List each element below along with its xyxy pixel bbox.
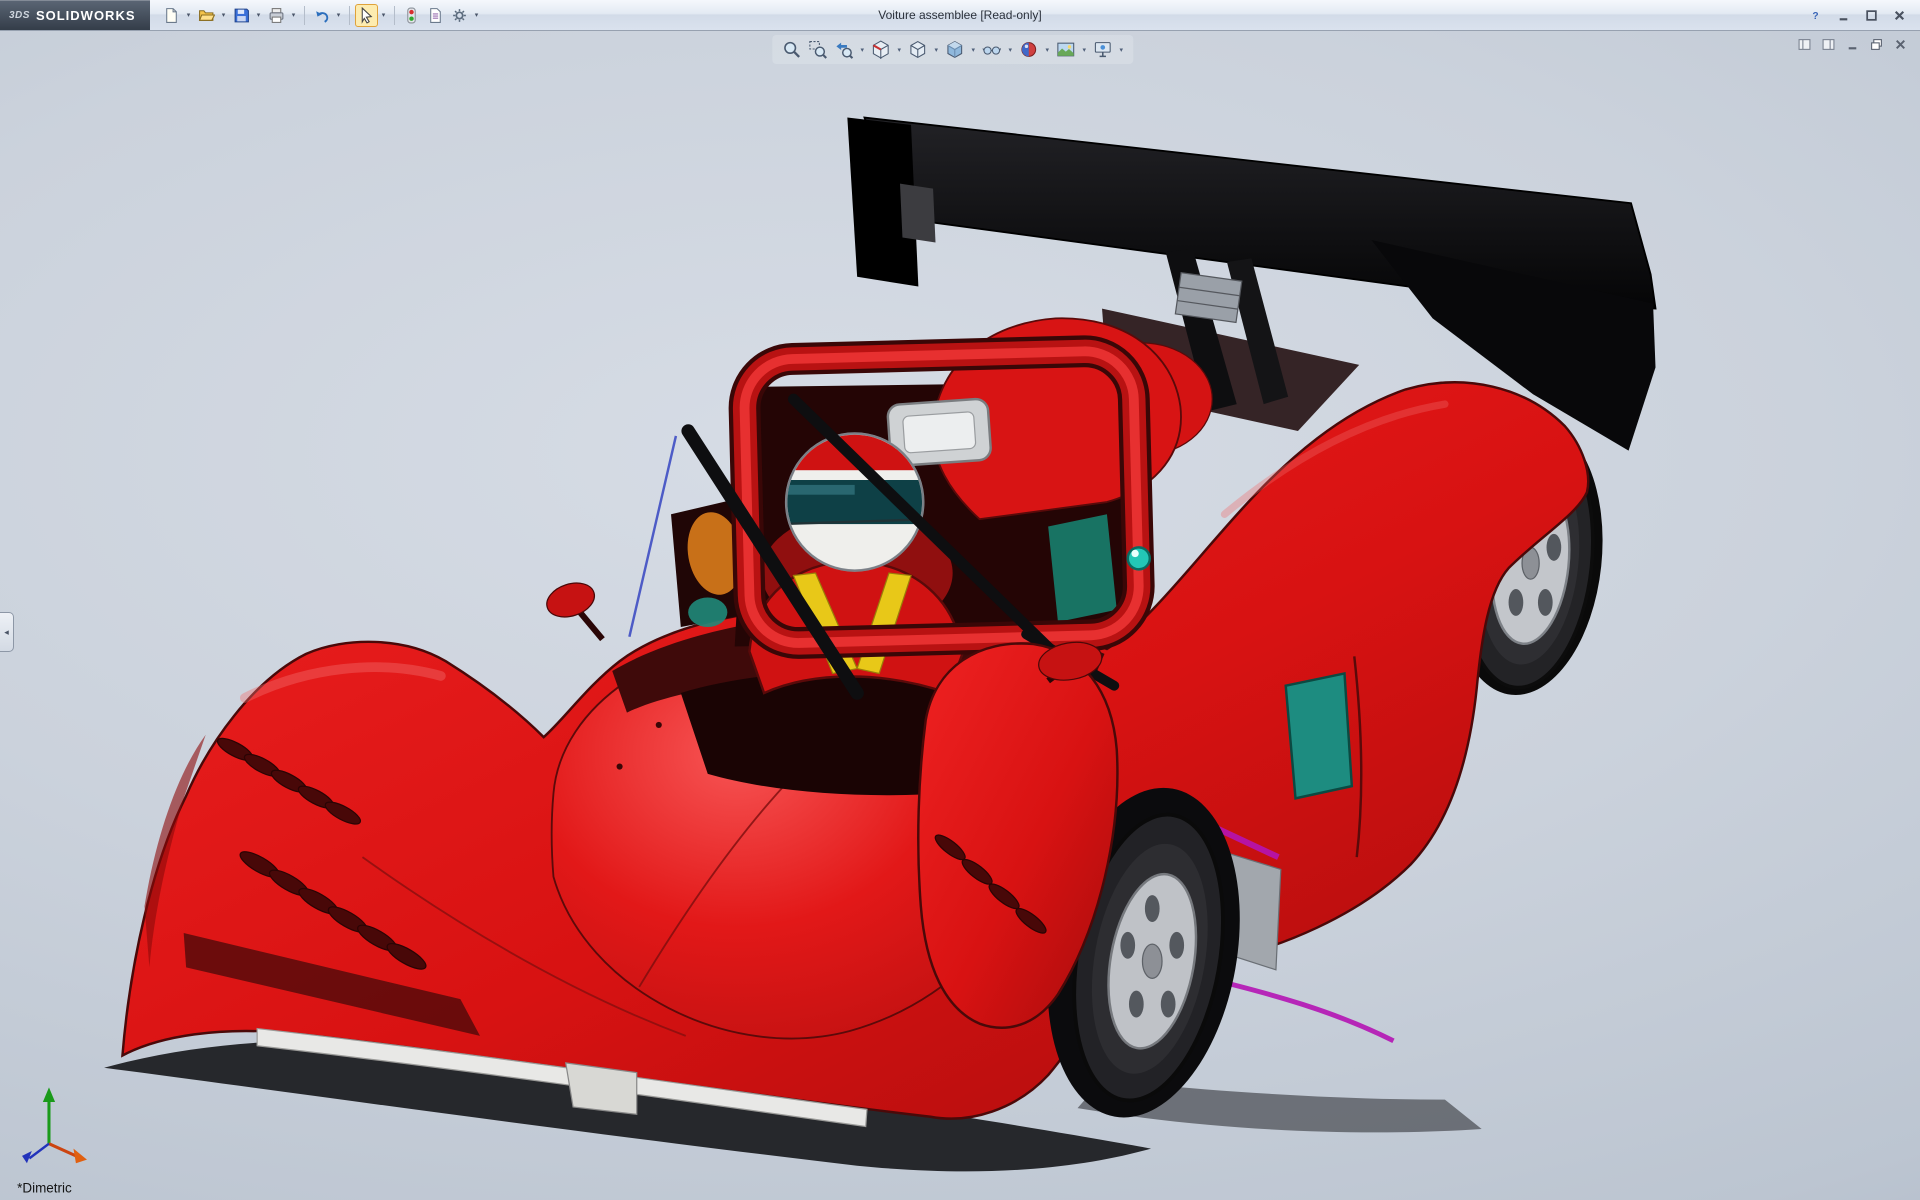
- options-button[interactable]: [448, 4, 471, 27]
- apply-scene-dropdown-arrow[interactable]: ▾: [1079, 37, 1089, 62]
- title-bar: 3DS SOLIDWORKS ▾ ▾ ▾ ▾ ▾ ▾ ▾ Voiture assemblee…: [0, 0, 1920, 31]
- window-title: Voiture assemblee [Read-only]: [878, 0, 1041, 30]
- zoom-to-fit-button[interactable]: [779, 37, 804, 62]
- close-button[interactable]: [1887, 5, 1912, 25]
- rebuild-icon: [403, 7, 420, 24]
- undo-dropdown-arrow[interactable]: ▾: [334, 4, 344, 27]
- previous-view-dropdown-arrow[interactable]: ▾: [857, 37, 867, 62]
- maximize-button[interactable]: [1859, 5, 1884, 25]
- maximize-icon: [1865, 9, 1878, 22]
- minimize-document-button[interactable]: [1843, 36, 1862, 53]
- view-settings-dropdown-arrow[interactable]: ▾: [1116, 37, 1126, 62]
- display-style-icon: [945, 40, 964, 59]
- edit-appearance-icon: [1019, 40, 1038, 59]
- side-window-teal: [1286, 673, 1352, 798]
- collapse-pane-button[interactable]: [1795, 36, 1814, 53]
- interior-teal-seat: [688, 598, 727, 627]
- zoom-to-fit-icon: [782, 40, 801, 59]
- featuremanager-collapse-tab[interactable]: ◂: [0, 612, 14, 652]
- view-orientation-dropdown-arrow[interactable]: ▾: [931, 37, 941, 62]
- reference-triad: [22, 1087, 87, 1163]
- window-controls: ?: [1803, 5, 1920, 25]
- cyan-indicator: [1128, 547, 1150, 569]
- hide-show-items-icon: [982, 40, 1001, 59]
- previous-view-button[interactable]: [831, 37, 856, 62]
- section-view-button[interactable]: [868, 37, 893, 62]
- new-document-icon: [163, 7, 180, 24]
- help-icon: ?: [1809, 9, 1822, 22]
- zoom-to-area-icon: [808, 40, 827, 59]
- save-icon: [233, 7, 250, 24]
- new-document-button[interactable]: [160, 4, 183, 27]
- display-style-dropdown-arrow[interactable]: ▾: [968, 37, 978, 62]
- front-fin: [566, 1063, 637, 1114]
- section-view-icon: [871, 40, 890, 59]
- open-document-dropdown-arrow[interactable]: ▾: [219, 4, 229, 27]
- print-icon: [268, 7, 285, 24]
- hide-show-items-button[interactable]: [979, 37, 1004, 62]
- undo-button[interactable]: [310, 4, 333, 27]
- graphics-viewport[interactable]: *Dimetric ▾ ▾ ▾ ▾ ▾ ▾ ▾ ▾ ◂: [0, 30, 1920, 1200]
- standard-toolbar: ▾ ▾ ▾ ▾ ▾ ▾ ▾: [150, 0, 482, 30]
- minimize-icon: [1837, 9, 1850, 22]
- file-properties-button[interactable]: [424, 4, 447, 27]
- view-orientation-icon: [908, 40, 927, 59]
- previous-view-icon: [834, 40, 853, 59]
- file-properties-icon: [427, 7, 444, 24]
- model-view[interactable]: *Dimetric: [0, 30, 1920, 1200]
- undo-icon: [313, 7, 330, 24]
- viewport-window-controls: [1795, 36, 1910, 53]
- solidworks-logo: 3DS SOLIDWORKS: [0, 0, 150, 30]
- print-button[interactable]: [265, 4, 288, 27]
- rebuild-button[interactable]: [400, 4, 423, 27]
- svg-text:?: ?: [1812, 11, 1818, 22]
- brand-name: SOLIDWORKS: [36, 8, 136, 23]
- close-document-button[interactable]: [1891, 36, 1910, 53]
- restore-document-icon: [1870, 38, 1883, 51]
- close-icon: [1893, 9, 1906, 22]
- view-orientation-label: *Dimetric: [17, 1181, 72, 1196]
- new-document-dropdown-arrow[interactable]: ▾: [184, 4, 194, 27]
- interior-teal-panel: [1048, 514, 1117, 622]
- print-dropdown-arrow[interactable]: ▾: [289, 4, 299, 27]
- view-orientation-button[interactable]: [905, 37, 930, 62]
- toolbar-separator: [394, 6, 395, 25]
- view-settings-button[interactable]: [1090, 37, 1115, 62]
- toolbar-separator: [304, 6, 305, 25]
- select-tool-dropdown-arrow[interactable]: ▾: [379, 4, 389, 27]
- open-document-icon: [198, 7, 215, 24]
- toolbar-separator: [349, 6, 350, 25]
- minimize-document-icon: [1846, 38, 1859, 51]
- minimize-button[interactable]: [1831, 5, 1856, 25]
- select-tool-button[interactable]: [355, 4, 378, 27]
- restore-document-button[interactable]: [1867, 36, 1886, 53]
- apply-scene-button[interactable]: [1053, 37, 1078, 62]
- 3ds-logo-icon: 3DS: [9, 10, 30, 21]
- apply-scene-icon: [1056, 40, 1075, 59]
- save-dropdown-arrow[interactable]: ▾: [254, 4, 264, 27]
- display-style-button[interactable]: [942, 37, 967, 62]
- options-dropdown-arrow[interactable]: ▾: [472, 4, 482, 27]
- view-settings-icon: [1093, 40, 1112, 59]
- help-button[interactable]: ?: [1803, 5, 1828, 25]
- close-document-icon: [1894, 38, 1907, 51]
- options-icon: [451, 7, 468, 24]
- collapse-pane-icon: [1798, 38, 1811, 51]
- expand-pane-icon: [1822, 38, 1835, 51]
- hide-show-items-dropdown-arrow[interactable]: ▾: [1005, 37, 1015, 62]
- zoom-to-area-button[interactable]: [805, 37, 830, 62]
- heads-up-view-toolbar: ▾ ▾ ▾ ▾ ▾ ▾ ▾ ▾: [772, 35, 1133, 64]
- edit-appearance-dropdown-arrow[interactable]: ▾: [1042, 37, 1052, 62]
- select-tool-icon: [358, 7, 375, 24]
- section-view-dropdown-arrow[interactable]: ▾: [894, 37, 904, 62]
- expand-pane-button[interactable]: [1819, 36, 1838, 53]
- car-model[interactable]: [104, 118, 1655, 1172]
- save-button[interactable]: [230, 4, 253, 27]
- edit-appearance-button[interactable]: [1016, 37, 1041, 62]
- open-document-button[interactable]: [195, 4, 218, 27]
